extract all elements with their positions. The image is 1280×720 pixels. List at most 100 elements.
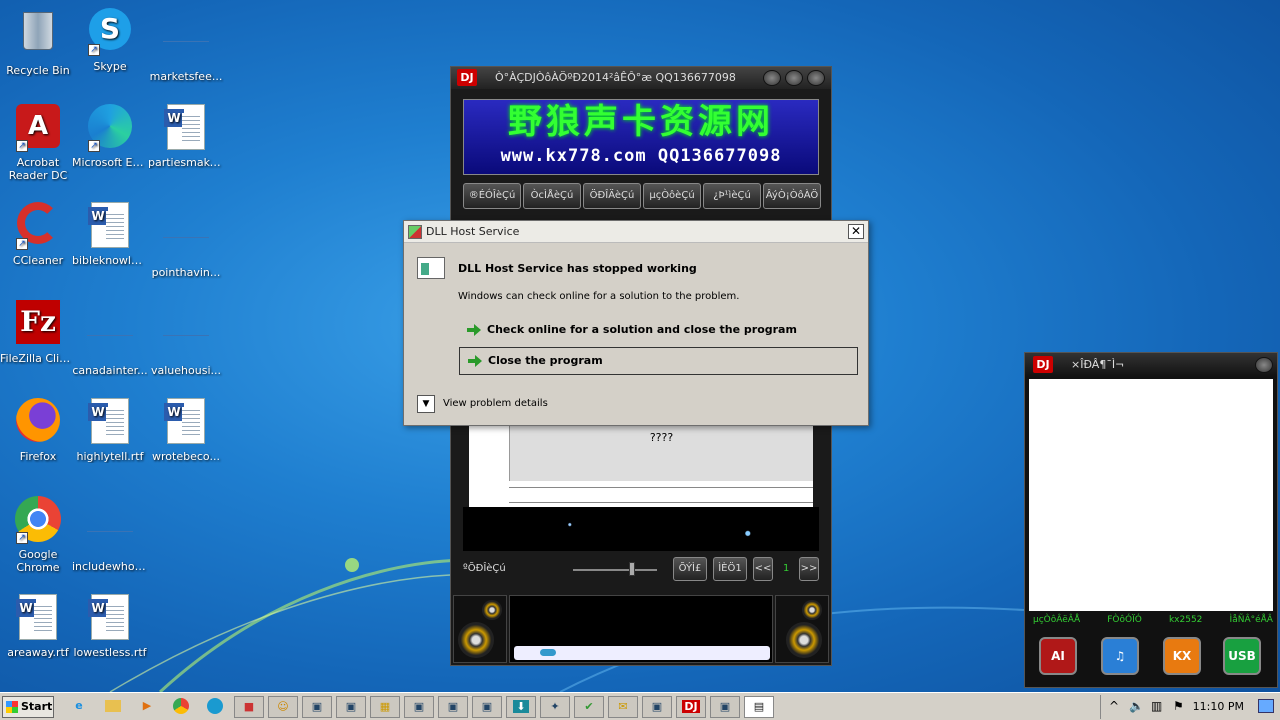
flag-icon[interactable]: ⚑ [1173,699,1184,713]
blank-file-icon [162,18,210,66]
speaker-right-icon [775,595,829,663]
word-doc-icon: W [86,202,134,250]
dj-tab-3[interactable]: ÖÐÎÄèÇú [583,183,641,209]
dialog-titlebar[interactable]: DLL Host Service ✕ [404,221,868,243]
dj-volume-knob[interactable] [629,562,635,576]
desktop-icon-acrobat[interactable]: A ↗ Acrobat Reader DC [0,104,76,182]
desktop-icon-valuehousi[interactable]: valuehousi... [148,300,224,377]
dj-side-link-1[interactable]: µçÒôÂëÂÅ [1033,615,1080,629]
edge-icon[interactable] [200,696,230,718]
ie-icon[interactable]: e [64,696,94,718]
kx-app-icon[interactable]: KX [1163,637,1201,675]
check-icon[interactable]: ✔ [574,696,604,718]
network-icon[interactable]: ▥ [1151,699,1162,713]
desktop-icon-areaway[interactable]: W areaway.rtf [0,594,76,659]
desktop-icon-skype[interactable]: S ↗ Skype [72,6,148,73]
desktop-icon-firefox[interactable]: Firefox [0,398,76,463]
dj-seek-bar[interactable] [514,646,770,660]
close-icon[interactable] [1255,357,1273,373]
close-program-label: Close the program [488,354,603,367]
dj-prev-button[interactable]: << [753,557,773,581]
desktop-icon-bibleknowle[interactable]: W bibleknowle... [72,202,148,267]
desktop-icon-label: Google Chrome [16,548,60,574]
dj-tab-6[interactable]: ÂýÒ¡ÒôÀÖ [763,183,821,209]
desktop-icon-label: canadainter... [72,364,148,377]
dj-button-b[interactable]: ÌÈÖ1 [713,557,747,581]
dj-side-link-4[interactable]: ÌåÑÂ°éÅÂ [1230,615,1273,629]
chevron-down-icon[interactable]: ▼ [417,395,435,413]
desktop-icon-label: wrotebeco... [152,450,220,463]
dj-tab-2[interactable]: ÒcÌÅèÇú [523,183,581,209]
chrome-icon[interactable] [166,696,196,718]
desktop-icon-ccleaner[interactable]: ↗ CCleaner [0,202,76,267]
desktop-icon-partiesmake[interactable]: W partiesmake... [148,104,224,169]
desktop-icon-label: marketsfee... [149,70,223,83]
download-icon[interactable]: ⬇ [506,696,536,718]
dj-side-link-2[interactable]: FÒôÓÏÓ [1107,615,1142,629]
app-icon[interactable]: ■ [234,696,264,718]
restore-icon[interactable] [785,70,803,86]
dj-volume-slider[interactable] [573,569,657,571]
dj-seek-knob[interactable] [540,649,556,656]
window-icon[interactable]: ▣ [302,696,332,718]
clock[interactable]: 11:10 PM [1193,700,1244,713]
tray-expand-icon[interactable]: ^ [1109,699,1119,713]
dj-side-link-3[interactable]: kx2552 [1169,615,1202,629]
check-online-button[interactable]: Check online for a solution and close th… [459,317,858,345]
desktop-icon-label: valuehousi... [151,364,221,377]
view-details-toggle[interactable]: ▼ View problem details [417,395,548,413]
window-icon[interactable]: ▣ [642,696,672,718]
task-icon[interactable]: ▤ [744,696,774,718]
folder-icon[interactable]: ▦ [370,696,400,718]
music-app-icon[interactable]: ♫ [1101,637,1139,675]
dj-player-titlebar[interactable]: DJ Ò°ÀÇDJÒôÀÖºÐ2014²âÊÔ°æ QQ136677098 [451,67,831,89]
word-doc-icon: W [162,398,210,446]
desktop-icon-pointhavin[interactable]: pointhavin... [148,202,224,279]
desktop-icon-highlytell[interactable]: W highlytell.rtf [72,398,148,463]
user-icon[interactable]: ☺ [268,696,298,718]
desktop-icon-chrome[interactable]: ↗ Google Chrome [0,496,76,574]
error-dialog[interactable]: DLL Host Service ✕ DLL Host Service has … [403,220,869,426]
desktop-icon-lowestless[interactable]: W lowestless.rtf [72,594,148,659]
dj-row-label: ºÕÐÎèÇú [463,563,506,574]
usb-app-icon[interactable]: USB [1223,637,1261,675]
window-icon[interactable]: ▣ [404,696,434,718]
desktop-icon-edge[interactable]: ↗ Microsoft Edge [72,104,148,169]
desktop-icon-wrotebeco[interactable]: W wrotebeco... [148,398,224,463]
dj-button-a[interactable]: ÕÝÌ£ [673,557,707,581]
desktop-icon-filezilla[interactable]: Fz FileZilla Client [0,300,76,365]
window-icon[interactable]: ▣ [710,696,740,718]
close-program-button[interactable]: Close the program [459,347,858,375]
close-icon[interactable] [807,70,825,86]
dj-tab-1[interactable]: ®ÉÓÎèÇú [463,183,521,209]
desktop-icon-canadainter[interactable]: canadainter... [72,300,148,377]
start-button[interactable]: Start [2,696,54,718]
close-icon[interactable]: ✕ [848,224,864,239]
explorer-icon[interactable] [98,696,128,718]
dj-tab-4[interactable]: µçÒôèÇú [643,183,701,209]
window-icon[interactable]: ▣ [336,696,366,718]
desktop-icon-label: FileZilla Client [0,352,76,365]
dj-next-button[interactable]: >> [799,557,819,581]
window-icon[interactable]: ▣ [472,696,502,718]
ai-app-icon[interactable]: AI [1039,637,1077,675]
dj-icon[interactable]: DJ [676,696,706,718]
desktop-icon-recycle-bin[interactable]: Recycle Bin [0,6,76,77]
desktop-icon-label: bibleknowle... [72,254,148,267]
acrobat-icon: A ↗ [14,104,62,152]
dj-side-titlebar[interactable]: DJ ×ÎÐÂ¶¯Ì¬ [1025,353,1277,377]
dj-song-list[interactable]: ???? [469,417,813,507]
window-icon[interactable]: ▣ [438,696,468,718]
desktop-icon-marketsfee[interactable]: marketsfee... [148,6,224,83]
dj-banner[interactable]: 野狼声卡资源网 www.kx778.com QQ136677098 [463,99,819,175]
show-desktop-icon[interactable] [1258,699,1274,713]
dj-tab-5[interactable]: ¿Þ¹ìèÇú [703,183,761,209]
note-icon[interactable]: ✉ [608,696,638,718]
media-icon[interactable]: ▶ [132,696,162,718]
dj-side-panel[interactable]: DJ ×ÎÐÂ¶¯Ì¬ µçÒôÂëÂÅ FÒôÓÏÓ kx2552 ÌåÑÂ°… [1024,352,1278,688]
volume-icon[interactable]: 🔈 [1129,699,1144,713]
minimize-icon[interactable] [763,70,781,86]
desktop-icon-label: areaway.rtf [7,646,69,659]
bird-icon[interactable]: ✦ [540,696,570,718]
desktop-icon-includewhol[interactable]: includewhol... [72,496,148,573]
